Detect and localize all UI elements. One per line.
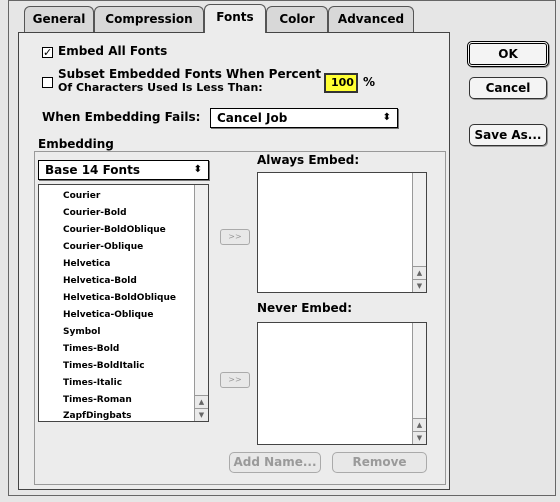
list-item[interactable]: Courier-Oblique: [63, 242, 143, 252]
fail-label: When Embedding Fails:: [42, 110, 201, 124]
tab-compression[interactable]: Compression: [94, 6, 204, 32]
popup-arrows-icon: ⬍: [193, 164, 202, 175]
scroll-up-icon[interactable]: ▲: [195, 395, 208, 408]
subset-label-line1: Subset Embedded Fonts When Percent: [58, 67, 322, 81]
list-item[interactable]: Courier: [63, 191, 100, 201]
scroll-up-icon[interactable]: ▲: [413, 418, 426, 431]
font-set-popup[interactable]: Base 14 Fonts ⬍: [38, 160, 209, 180]
add-name-button[interactable]: Add Name...: [229, 452, 321, 473]
subset-label: Subset Embedded Fonts When Percent Of Ch…: [58, 67, 321, 95]
percent-input[interactable]: 100: [324, 73, 358, 93]
fail-popup-value: Cancel Job: [217, 111, 288, 125]
subset-checkbox[interactable]: [42, 77, 53, 88]
list-item[interactable]: Times-BoldItalic: [63, 361, 145, 371]
fail-popup[interactable]: Cancel Job ⬍: [210, 108, 398, 128]
tab-advanced[interactable]: Advanced: [328, 6, 414, 32]
embedding-title: Embedding: [38, 137, 114, 151]
cancel-button[interactable]: Cancel: [469, 77, 547, 99]
list-item[interactable]: Helvetica-Oblique: [63, 310, 153, 320]
remove-button[interactable]: Remove: [332, 452, 427, 473]
embed-all-checkbox[interactable]: ✓: [42, 47, 53, 58]
tab-general[interactable]: General: [24, 6, 94, 32]
list-item[interactable]: Helvetica-Bold: [63, 276, 137, 286]
font-list[interactable]: Courier Courier-Bold Courier-BoldOblique…: [38, 184, 209, 422]
ok-button[interactable]: OK: [467, 41, 549, 67]
scroll-up-icon[interactable]: ▲: [413, 266, 426, 279]
percent-unit: %: [363, 75, 376, 89]
scroll-down-icon[interactable]: ▼: [413, 279, 426, 292]
font-set-value: Base 14 Fonts: [45, 163, 140, 177]
always-embed-label: Always Embed:: [257, 153, 360, 167]
never-list-scrollbar[interactable]: ▲ ▼: [412, 323, 426, 444]
add-to-never-button[interactable]: >>: [220, 372, 250, 388]
list-item[interactable]: Courier-Bold: [63, 208, 127, 218]
list-item[interactable]: Courier-BoldOblique: [63, 225, 166, 235]
tab-color[interactable]: Color: [266, 6, 328, 32]
scroll-down-icon[interactable]: ▼: [195, 408, 208, 421]
scroll-down-icon[interactable]: ▼: [413, 431, 426, 444]
font-list-scrollbar[interactable]: ▲ ▼: [194, 185, 208, 421]
list-item[interactable]: Times-Bold: [63, 344, 119, 354]
list-item[interactable]: Helvetica-BoldOblique: [63, 293, 176, 303]
list-item[interactable]: Helvetica: [63, 259, 111, 269]
fonts-panel: ✓ Embed All Fonts Subset Embedded Fonts …: [18, 32, 450, 490]
list-item[interactable]: ZapfDingbats: [63, 411, 132, 421]
embed-all-label: Embed All Fonts: [58, 44, 168, 58]
never-embed-label: Never Embed:: [257, 301, 353, 315]
list-item[interactable]: Times-Roman: [63, 395, 132, 405]
always-list-scrollbar[interactable]: ▲ ▼: [412, 173, 426, 292]
list-item[interactable]: Symbol: [63, 327, 100, 337]
add-to-always-button[interactable]: >>: [220, 229, 250, 245]
popup-arrows-icon: ⬍: [382, 112, 391, 123]
always-embed-list[interactable]: ▲ ▼: [257, 172, 427, 293]
subset-label-line2: Of Characters Used Is Less Than:: [58, 81, 263, 94]
never-embed-list[interactable]: ▲ ▼: [257, 322, 427, 445]
tab-fonts[interactable]: Fonts: [204, 4, 266, 33]
list-item[interactable]: Times-Italic: [63, 378, 122, 388]
save-as-button[interactable]: Save As...: [469, 124, 547, 146]
